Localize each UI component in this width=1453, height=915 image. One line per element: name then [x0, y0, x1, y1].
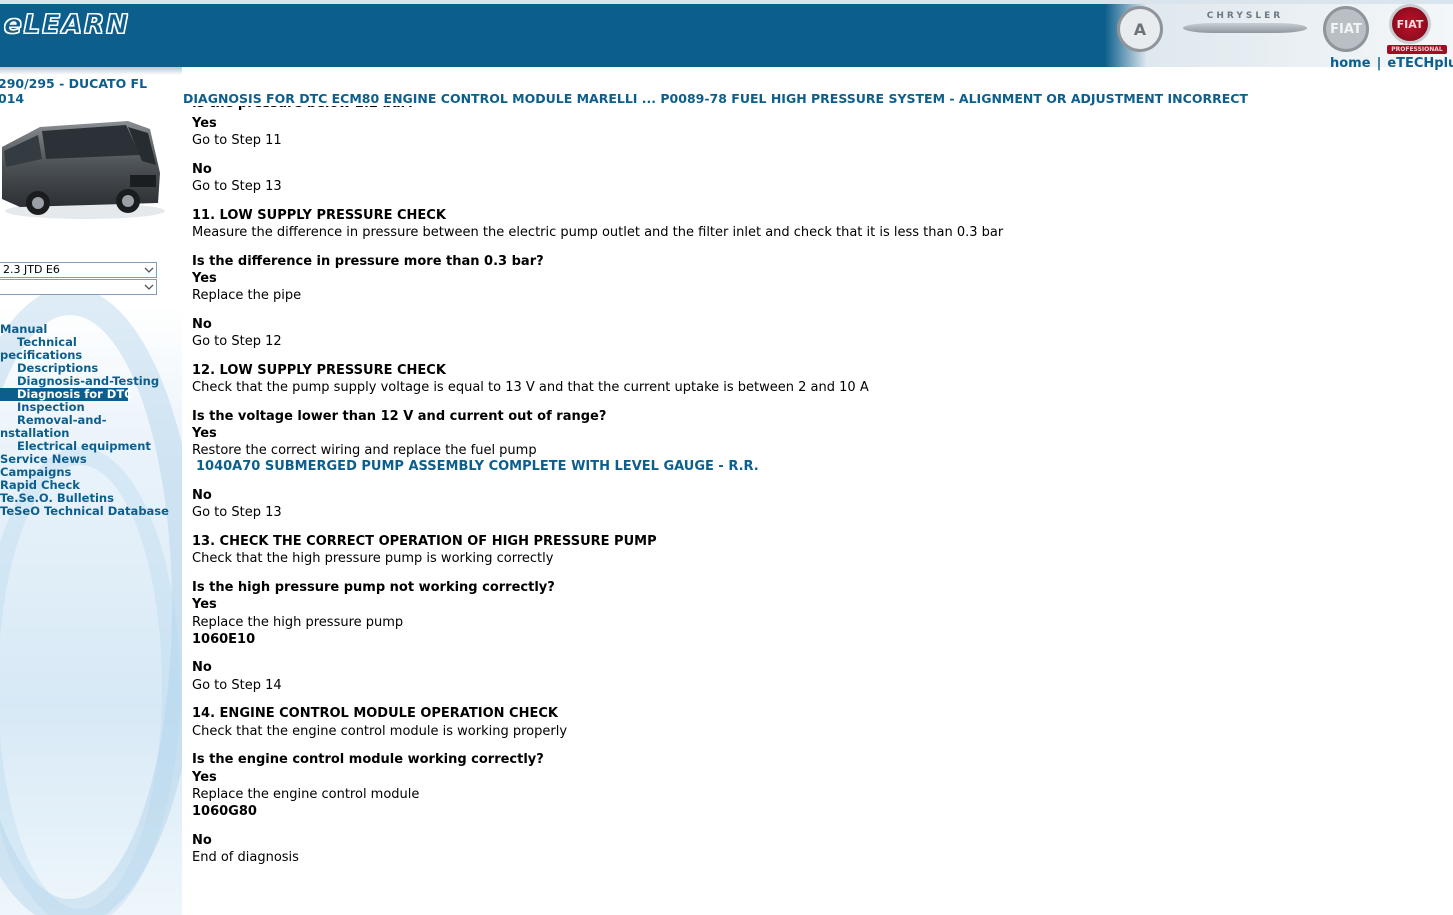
step-heading: 11. LOW SUPPLY PRESSURE CHECK [192, 208, 446, 223]
chevron-down-icon [144, 284, 154, 290]
step-instruction: End of diagnosis [192, 850, 299, 865]
part-code: 1060E10 [192, 632, 256, 647]
answer-yes: Yes [192, 770, 217, 785]
step-question: Is the high pressure pump not working co… [192, 580, 555, 595]
vehicle-model-line1: 290/295 - DUCATO FL [0, 76, 148, 91]
fiat-logo[interactable]: FIAT [1323, 6, 1369, 52]
answer-no: No [192, 162, 212, 177]
variant-select[interactable] [0, 279, 157, 295]
answer-no: No [192, 488, 212, 503]
engine-select[interactable]: 2.3 JTD E6 [0, 262, 157, 278]
sidebar: 290/295 - DUCATO FL 014 2.3 JTD E6 Manua… [0, 67, 182, 915]
step-description: Check that the high pressure pump is wor… [192, 551, 554, 566]
answer-yes: Yes [192, 271, 217, 286]
step-instruction: Replace the high pressure pump [192, 615, 404, 630]
step-heading: 13. CHECK THE CORRECT OPERATION OF HIGH … [192, 534, 657, 549]
engine-select-value: 2.3 JTD E6 [3, 263, 60, 276]
chrysler-wordmark: CHRYSLER [1206, 11, 1284, 21]
step-instruction: Go to Step 13 [192, 505, 282, 520]
step-instruction: Go to Step 12 [192, 334, 282, 349]
home-link[interactable]: home [1330, 56, 1371, 71]
van-image [2, 121, 165, 219]
answer-no: No [192, 317, 212, 332]
sidebar-nav: Manual Technical pecifications Descripti… [0, 323, 182, 518]
answer-yes: Yes [192, 426, 217, 441]
answer-no: No [192, 660, 212, 675]
step-heading: 14. ENGINE CONTROL MODULE OPERATION CHEC… [192, 706, 558, 721]
step-question: Is the engine control module working cor… [192, 752, 544, 767]
nav-teseo-technical-database[interactable]: TeSeO Technical Database [0, 505, 182, 518]
step-instruction: Restore the correct wiring and replace t… [192, 443, 537, 458]
step-instruction: Go to Step 11 [192, 133, 282, 148]
step-question: Is the voltage lower than 12 V and curre… [192, 409, 607, 424]
fiat-professional-logo[interactable]: FIAT [1389, 4, 1431, 44]
part-link[interactable]: 1040A70 SUBMERGED PUMP ASSEMBLY COMPLETE… [196, 458, 759, 475]
step-description: Check that the pump supply voltage is eq… [192, 380, 869, 395]
step-heading: 12. LOW SUPPLY PRESSURE CHECK [192, 363, 446, 378]
chrysler-logo[interactable]: CHRYSLER [1183, 8, 1307, 40]
step-instruction: Go to Step 13 [192, 179, 282, 194]
link-separator: | [1376, 56, 1382, 71]
vehicle-model-title: 290/295 - DUCATO FL 014 [0, 76, 178, 106]
answer-yes: Yes [192, 597, 217, 612]
step-question: Is the difference in pressure more than … [192, 254, 544, 269]
chevron-down-icon [144, 267, 154, 273]
elearn-logo[interactable]: eLEARN [4, 10, 130, 41]
diagnosis-content: Is the pressure below 2.2 bar? Yes Go to… [192, 96, 1432, 896]
answer-no: No [192, 833, 212, 848]
sidebar-top-band [0, 67, 182, 75]
part-code: 1060G80 [192, 804, 257, 819]
step-instruction: Replace the pipe [192, 288, 302, 303]
top-links: home | eTECHplus [1330, 56, 1453, 71]
vehicle-model-line2: 014 [0, 91, 25, 106]
header-bar: eLEARN A CHRYSLER FIAT FIAT PROFESSIONAL… [0, 0, 1453, 71]
step-description: Measure the difference in pressure betwe… [192, 225, 1004, 240]
step-instruction: Go to Step 14 [192, 678, 282, 693]
chrysler-wings-icon [1183, 23, 1307, 33]
page-title: DIAGNOSIS FOR DTC ECM80 ENGINE CONTROL M… [183, 91, 1443, 106]
step-description: Check that the engine control module is … [192, 724, 568, 739]
fiat-professional-label: PROFESSIONAL [1387, 45, 1447, 54]
alfa-romeo-logo[interactable]: A [1117, 6, 1163, 52]
etechplus-link[interactable]: eTECHplus [1387, 56, 1453, 71]
step-instruction: Replace the engine control module [192, 787, 420, 802]
answer-yes: Yes [192, 116, 217, 131]
